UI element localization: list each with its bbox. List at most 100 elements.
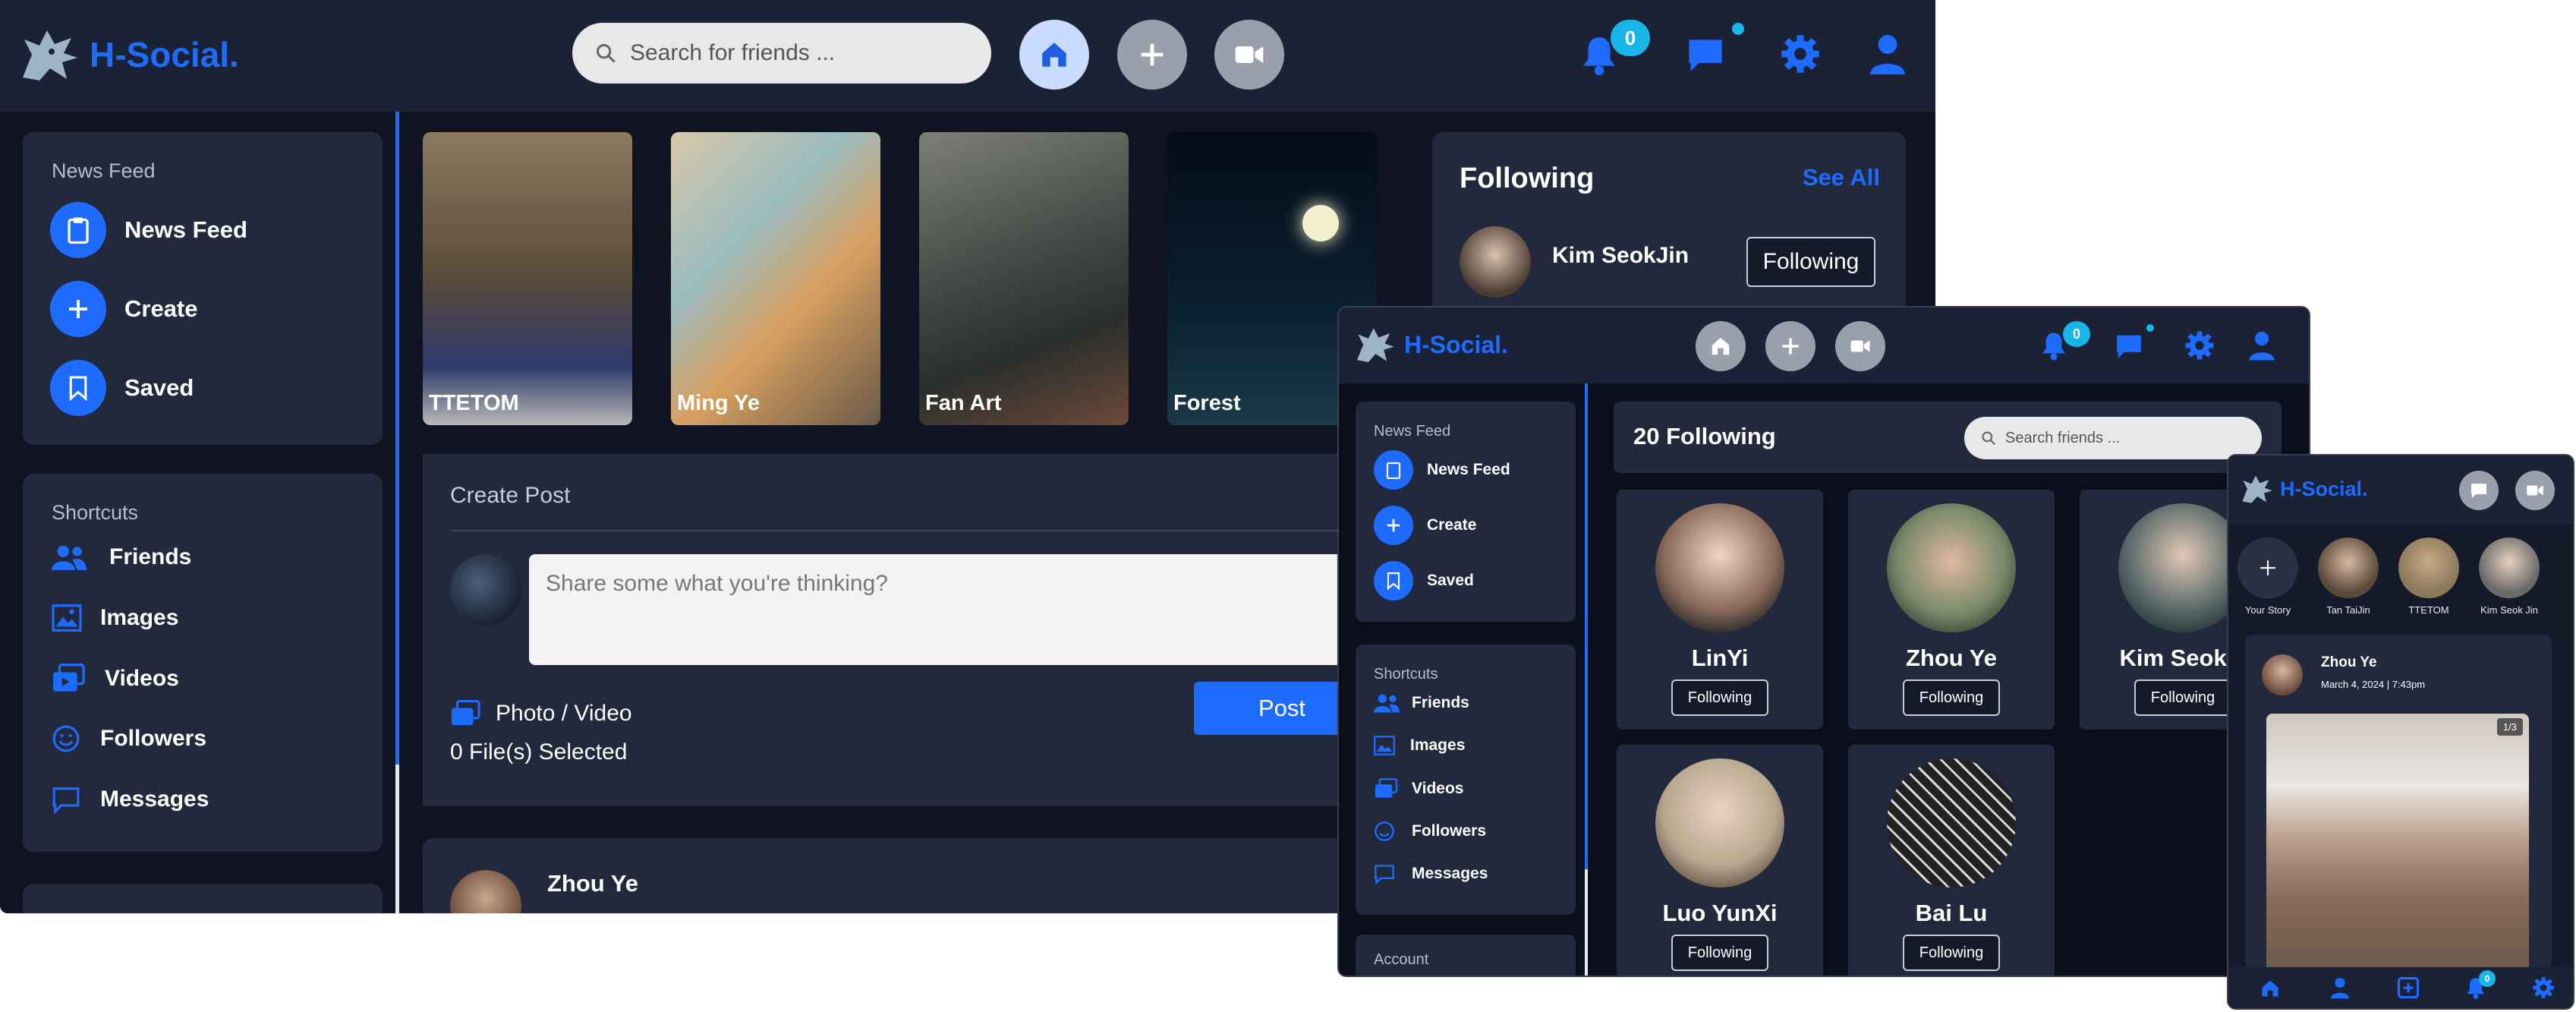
mobile-window: H-Social. Your Story Tan TaiJin TTETOM K… [2228, 456, 2573, 1008]
logo[interactable]: H-Social. [17, 24, 239, 85]
files-selected: 0 File(s) Selected [450, 739, 628, 765]
following-button-label: Following [1687, 689, 1752, 706]
add-button[interactable] [1117, 20, 1187, 90]
sidebar-item-saved[interactable]: Saved [50, 360, 194, 416]
post-card: Zhou Ye [423, 838, 1402, 913]
following-button[interactable]: Following [1903, 679, 2000, 716]
messages-button[interactable] [2459, 471, 2499, 510]
story-card[interactable]: Ming Ye [671, 132, 880, 425]
scroll-divider[interactable] [1585, 383, 1588, 869]
see-all-link[interactable]: See All [1803, 164, 1880, 191]
gear-icon[interactable] [2532, 976, 2555, 999]
story-card[interactable]: Fan Art [919, 132, 1129, 425]
sidebar-item-label: Saved [1427, 572, 1474, 589]
post-author: Zhou Ye [2321, 654, 2377, 670]
search-placeholder: Search friends ... [2005, 429, 2121, 446]
story-label: Fan Art [925, 391, 1002, 415]
settings-button[interactable] [2184, 330, 2215, 364]
following-person-card[interactable]: Bai Lu Following [1848, 745, 2055, 976]
post-button-label: Post [1258, 695, 1306, 721]
sidebar-item-label: Messages [1412, 865, 1488, 882]
following-button[interactable]: Following [1903, 935, 2000, 971]
sidebar-item-create[interactable]: Create [1374, 506, 1476, 545]
sidebar-item-news-feed[interactable]: News Feed [50, 202, 247, 258]
following-person-card[interactable]: Zhou Ye Following [1848, 490, 2055, 730]
image-icon [1374, 736, 1395, 755]
search-input[interactable]: Search for friends ... [572, 23, 991, 84]
profile-button[interactable] [2248, 330, 2275, 364]
sidebar-item-followers[interactable]: Followers [1374, 821, 1486, 842]
sidebar-section-title: Shortcuts [52, 501, 139, 524]
photo-video-button[interactable]: Photo / Video [450, 700, 632, 727]
person-name: LinYi [1691, 645, 1749, 671]
following-button[interactable]: Following [1746, 237, 1875, 287]
sidebar-item-friends[interactable]: Friends [52, 544, 191, 571]
following-button[interactable]: Following [1671, 679, 1768, 716]
messages-button[interactable] [1685, 35, 1726, 74]
story-item[interactable]: Kim Seok Jin [2479, 538, 2540, 616]
plus-icon [1782, 338, 1799, 355]
video-button[interactable] [1214, 20, 1284, 90]
sidebar-newsfeed-card: News Feed News Feed Create Saved [23, 132, 383, 445]
sidebar-shortcuts-card: Shortcuts Friends Images Videos Follower… [1356, 645, 1576, 915]
following-person-card[interactable]: Luo YunXi Following [1617, 745, 1823, 976]
sidebar-item-create[interactable]: Create [50, 281, 198, 337]
sidebar-item-news-feed[interactable]: News Feed [1374, 450, 1510, 490]
sidebar-item-saved[interactable]: Saved [1374, 561, 1474, 601]
sidebar-item-images[interactable]: Images [52, 604, 178, 632]
home-icon [1042, 43, 1066, 67]
story-item[interactable]: TTETOM [2398, 538, 2459, 616]
post-image[interactable]: 1/3 [2266, 714, 2529, 972]
plus-square-icon[interactable] [2397, 976, 2420, 999]
add-button[interactable] [1765, 321, 1815, 371]
story-card[interactable]: TTETOM [423, 132, 632, 425]
home-icon[interactable] [2259, 978, 2282, 999]
sidebar-item-videos[interactable]: Videos [1374, 778, 1463, 799]
scroll-divider-lower [1585, 869, 1588, 976]
following-count: 20 Following [1633, 423, 1776, 449]
sidebar-item-friends[interactable]: Friends [1374, 693, 1469, 713]
following-person-card[interactable]: LinYi Following [1617, 490, 1823, 730]
profile-button[interactable] [1869, 33, 1907, 74]
story-label: Your Story [2244, 604, 2291, 616]
plus-icon [1374, 506, 1413, 545]
smile-icon [52, 725, 80, 752]
following-person[interactable]: Kim SeokJin [1552, 243, 1689, 269]
sidebar-item-label: Videos [105, 666, 179, 691]
following-button[interactable]: Following [2134, 679, 2231, 716]
sidebar-account-card: Account [1356, 935, 1576, 976]
create-post-card: Create Post Share some what you're think… [423, 454, 1409, 806]
sidebar-newsfeed-card: News Feed News Feed Create Saved [1356, 402, 1576, 622]
sidebar-item-messages[interactable]: Messages [52, 785, 209, 814]
sidebar-item-label: Friends [109, 544, 192, 569]
sidebar-item-messages[interactable]: Messages [1374, 863, 1488, 884]
sidebar-item-label: Saved [124, 374, 194, 401]
user-icon[interactable] [2330, 976, 2350, 999]
home-button[interactable] [1019, 20, 1089, 90]
sidebar-item-followers[interactable]: Followers [52, 724, 206, 753]
avatar [1887, 758, 2016, 887]
plus-icon [50, 281, 106, 337]
sidebar-section-title: Account [1374, 951, 1429, 968]
logo[interactable]: H-Social. [2239, 472, 2368, 506]
scroll-divider[interactable] [395, 112, 399, 765]
video-button[interactable] [1835, 321, 1885, 371]
story-item-your-story[interactable]: Your Story [2237, 538, 2298, 616]
video-camera-icon [1850, 340, 1870, 352]
videos-icon [1375, 778, 1398, 798]
home-button[interactable] [1696, 321, 1746, 371]
sidebar-item-images[interactable]: Images [1374, 736, 1465, 755]
image-icon [52, 604, 82, 632]
post-textarea[interactable]: Share some what you're thinking? [529, 554, 1409, 665]
story-item[interactable]: Tan TaiJin [2318, 538, 2379, 616]
messages-button[interactable] [2115, 332, 2143, 364]
story-label: TTETOM [2408, 604, 2449, 616]
following-button[interactable]: Following [1671, 935, 1768, 971]
search-input[interactable]: Search friends ... [1964, 417, 2262, 459]
logo[interactable]: H-Social. [1353, 324, 1508, 365]
chat-icon [1375, 865, 1394, 884]
video-button[interactable] [2515, 471, 2555, 510]
settings-button[interactable] [1780, 33, 1821, 74]
sidebar-item-videos[interactable]: Videos [52, 664, 179, 694]
notification-badge: 0 [2479, 970, 2496, 987]
